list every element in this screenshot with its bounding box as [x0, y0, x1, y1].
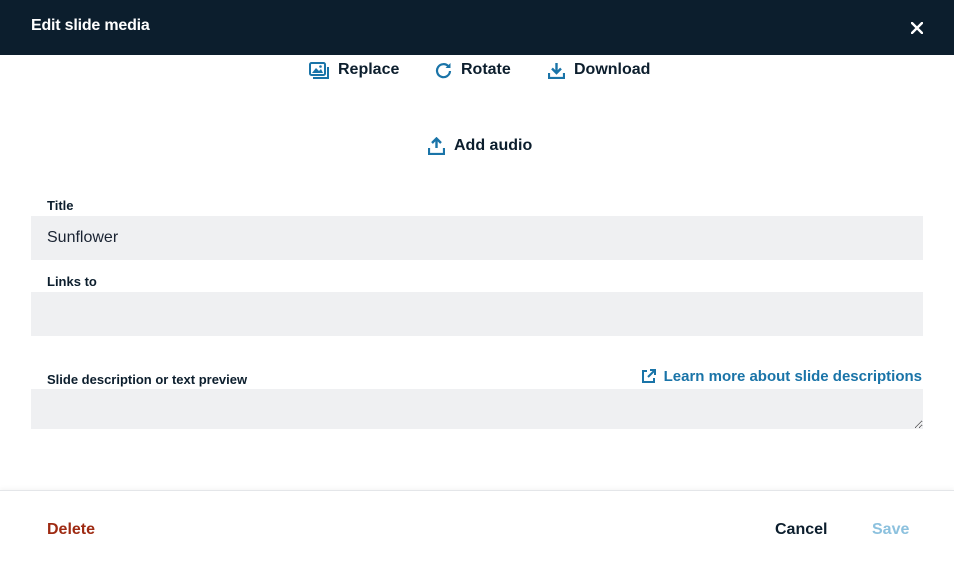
images-icon	[309, 61, 329, 79]
modal-header: Edit slide media	[0, 0, 954, 55]
learn-more-link[interactable]: Learn more about slide descriptions	[641, 368, 922, 385]
close-icon	[911, 22, 923, 34]
modal-footer: Delete Cancel Save	[0, 490, 954, 566]
download-button[interactable]: Download	[548, 61, 650, 79]
modal-title: Edit slide media	[31, 17, 150, 34]
cancel-button[interactable]: Cancel	[775, 521, 827, 539]
title-input[interactable]	[31, 216, 923, 260]
links-to-label: Links to	[47, 274, 97, 289]
rotate-label: Rotate	[461, 61, 511, 78]
external-link-icon	[641, 369, 656, 383]
upload-icon	[428, 137, 445, 155]
rotate-icon	[435, 62, 452, 78]
delete-button[interactable]: Delete	[47, 521, 95, 539]
add-audio-label: Add audio	[454, 137, 533, 154]
replace-label: Replace	[338, 61, 400, 78]
links-to-input[interactable]	[31, 292, 923, 336]
close-button[interactable]	[904, 15, 930, 41]
learn-more-label: Learn more about slide descriptions	[663, 368, 922, 385]
rotate-button[interactable]: Rotate	[435, 61, 511, 79]
description-textarea[interactable]	[31, 389, 923, 429]
save-button[interactable]: Save	[872, 521, 909, 539]
add-audio-button[interactable]: Add audio	[428, 137, 532, 155]
download-icon	[548, 62, 565, 79]
download-label: Download	[574, 61, 651, 78]
title-label: Title	[47, 198, 74, 213]
replace-button[interactable]: Replace	[309, 61, 399, 79]
description-label: Slide description or text preview	[47, 372, 248, 387]
